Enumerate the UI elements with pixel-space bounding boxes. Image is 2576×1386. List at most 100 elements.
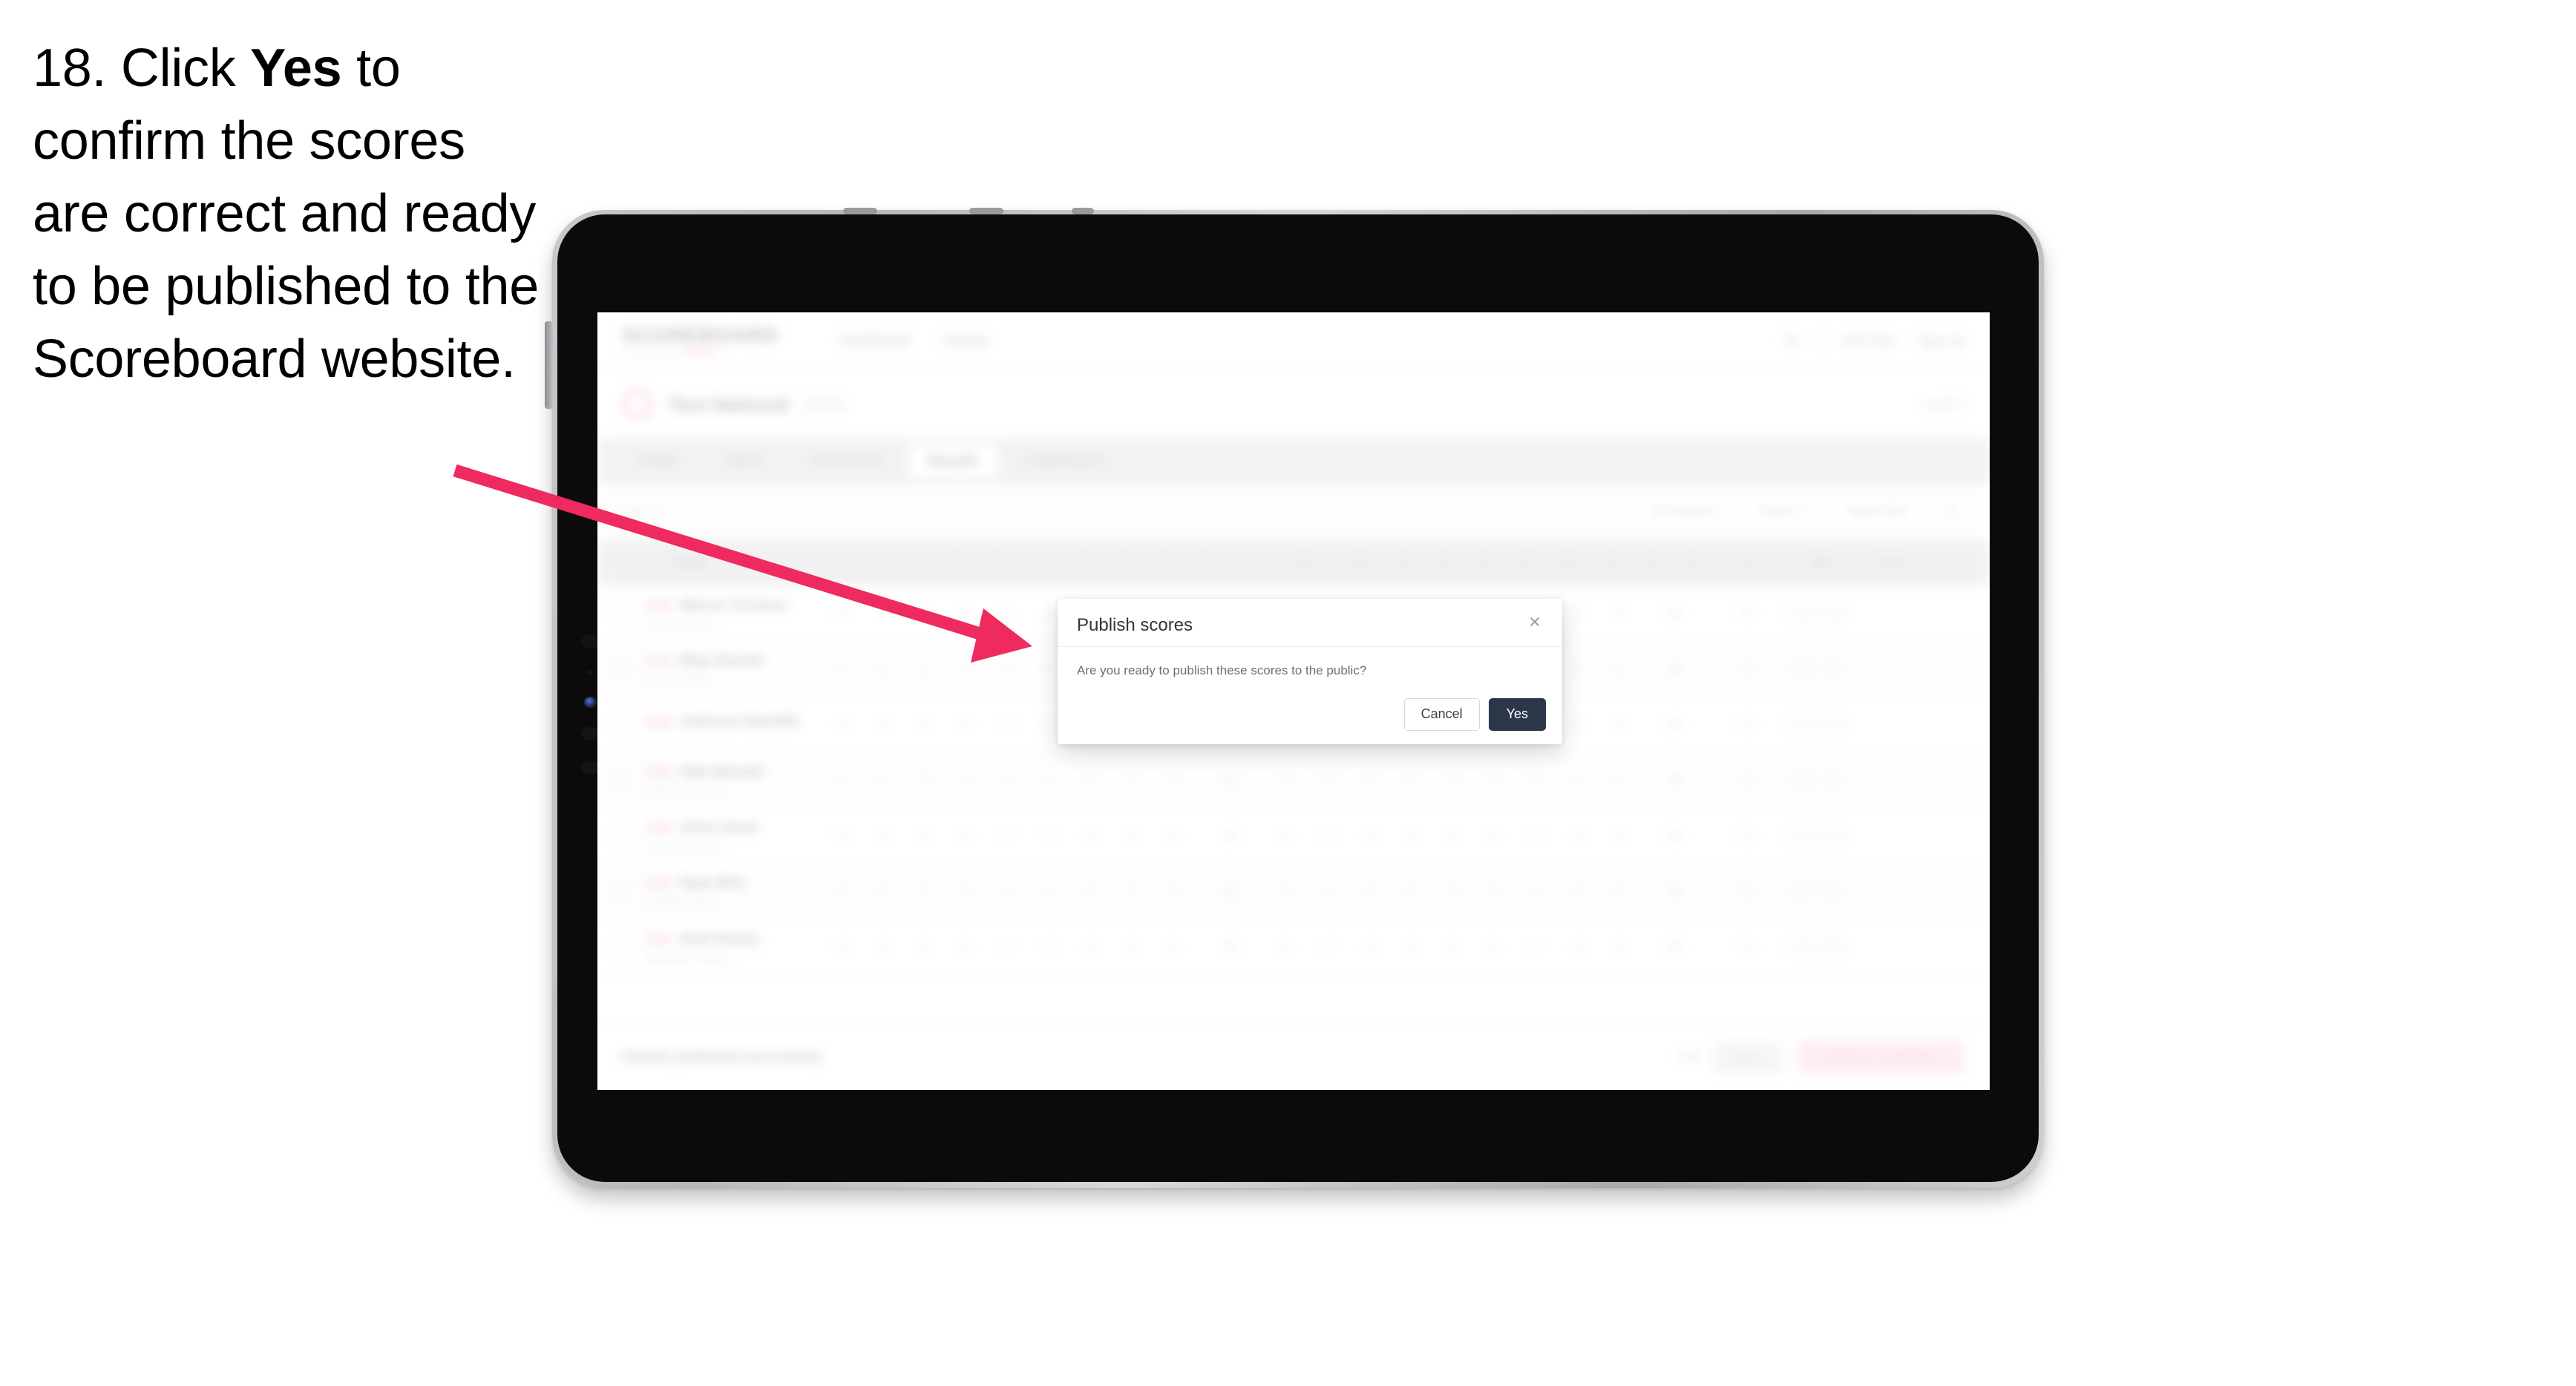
table-row[interactable]: Nash Easley Wrenfield Commons 4 4 4 4 4 4 4 4 4 36 4… xyxy=(597,919,1990,975)
score-cell[interactable]: 4 xyxy=(1432,885,1473,898)
score-cell[interactable]: 4 xyxy=(1473,774,1515,786)
tab-leaderboard[interactable]: Leaderboard xyxy=(1004,445,1123,478)
score-cell[interactable]: 4 xyxy=(820,830,862,842)
score-cell[interactable]: 4 xyxy=(1598,663,1639,675)
score-cell[interactable]: 4 xyxy=(986,885,1028,898)
filter-round[interactable]: Round 1 xyxy=(1744,496,1820,528)
row-checkbox[interactable] xyxy=(597,937,645,956)
score-cell[interactable]: 4 xyxy=(1556,774,1598,786)
score-cell[interactable]: 4 xyxy=(1432,941,1473,953)
score-cell[interactable]: 4 xyxy=(1598,941,1639,953)
score-cell[interactable]: 4 xyxy=(1265,774,1307,786)
table-row[interactable]: Oliver Grant Stonebrook Fields 4 4 4 4 4 4 4 4 4 36… xyxy=(597,808,1990,864)
score-cell[interactable]: 4 xyxy=(1556,941,1598,953)
score-cell[interactable]: 4 xyxy=(1390,774,1432,786)
score-cell[interactable]: 4 xyxy=(986,830,1028,842)
score-cell[interactable]: 4 xyxy=(903,663,945,675)
score-cell[interactable]: 4 xyxy=(1348,941,1390,953)
score-cell[interactable]: 4 xyxy=(945,941,986,953)
device-side-button[interactable] xyxy=(545,321,553,409)
score-cell[interactable]: 4 xyxy=(986,663,1028,675)
score-cell[interactable]: 4 xyxy=(1556,663,1598,675)
score-cell[interactable]: 4 xyxy=(903,941,945,953)
checkbox-icon[interactable] xyxy=(612,770,631,789)
score-cell[interactable]: 4 xyxy=(1556,885,1598,898)
score-cell[interactable]: 4 xyxy=(820,774,862,786)
score-cell[interactable]: 4 xyxy=(1473,941,1515,953)
score-cell[interactable]: 4 xyxy=(862,885,903,898)
filter-apply[interactable]: Apply Filter xyxy=(1832,496,1923,528)
score-cell[interactable]: 4 xyxy=(1069,941,1111,953)
score-cell[interactable]: 4 xyxy=(1069,830,1111,842)
score-cell[interactable]: 4 xyxy=(1598,885,1639,898)
table-row[interactable]: Dale Maxwell Kingsmere Country 4 4 4 4 4 4 4 4 4 36… xyxy=(597,752,1990,808)
checkbox-icon[interactable] xyxy=(612,937,631,956)
score-cell[interactable]: 4 xyxy=(1598,774,1639,786)
score-cell[interactable]: 4 xyxy=(945,663,986,675)
footer-edit-link[interactable]: Edit xyxy=(1679,1051,1700,1064)
score-cell[interactable]: 4 xyxy=(1556,607,1598,620)
score-cell[interactable]: 4 xyxy=(1515,941,1556,953)
score-cell[interactable]: 4 xyxy=(1348,885,1390,898)
close-icon[interactable]: × xyxy=(1524,611,1546,633)
row-checkbox[interactable] xyxy=(597,770,645,789)
score-cell[interactable]: 4 xyxy=(1432,830,1473,842)
row-checkbox[interactable] xyxy=(597,881,645,901)
score-cell[interactable]: 4 xyxy=(1153,774,1194,786)
checkbox-icon[interactable] xyxy=(612,715,631,734)
footer-publish-button[interactable]: Publish to Scoreboard xyxy=(1797,1040,1964,1074)
score-cell[interactable]: 4 xyxy=(1069,774,1111,786)
tab-details[interactable]: Details xyxy=(617,445,698,478)
tab-score-entry[interactable]: Score Entry xyxy=(790,445,902,478)
user-name[interactable]: Test User xyxy=(1843,334,1896,349)
score-cell[interactable]: 4 xyxy=(862,941,903,953)
score-cell[interactable]: 4 xyxy=(903,830,945,842)
score-cell[interactable]: 4 xyxy=(945,718,986,731)
score-cell[interactable]: 4 xyxy=(1111,941,1153,953)
row-checkbox[interactable] xyxy=(597,826,645,845)
score-cell[interactable]: 4 xyxy=(1556,718,1598,731)
score-cell[interactable]: 4 xyxy=(1265,830,1307,842)
score-cell[interactable]: 4 xyxy=(1473,885,1515,898)
score-cell[interactable]: 4 xyxy=(1515,830,1556,842)
score-cell[interactable]: 4 xyxy=(986,774,1028,786)
score-cell[interactable]: 4 xyxy=(820,663,862,675)
score-cell[interactable]: 4 xyxy=(1515,774,1556,786)
score-cell[interactable]: 4 xyxy=(1069,885,1111,898)
score-cell[interactable]: 4 xyxy=(903,607,945,620)
yes-button[interactable]: Yes xyxy=(1488,698,1546,731)
filter-settings-icon[interactable]: ⚙ xyxy=(1934,496,1967,528)
score-cell[interactable]: 4 xyxy=(1153,885,1194,898)
score-cell[interactable]: 4 xyxy=(1390,941,1432,953)
score-cell[interactable]: 4 xyxy=(862,830,903,842)
score-cell[interactable]: 4 xyxy=(1598,718,1639,731)
score-cell[interactable]: 4 xyxy=(1432,774,1473,786)
score-cell[interactable]: 4 xyxy=(1473,830,1515,842)
score-cell[interactable]: 4 xyxy=(945,607,986,620)
score-cell[interactable]: 4 xyxy=(1390,885,1432,898)
score-cell[interactable]: 4 xyxy=(1390,830,1432,842)
app-logo[interactable]: SCOREBOARD POWERED BY EVENTS xyxy=(623,324,779,358)
score-cell[interactable]: 4 xyxy=(1028,941,1069,953)
score-cell[interactable]: 4 xyxy=(862,774,903,786)
score-cell[interactable]: 4 xyxy=(1307,941,1348,953)
score-cell[interactable]: 4 xyxy=(1265,941,1307,953)
checkbox-icon[interactable] xyxy=(612,826,631,845)
nav-item-events[interactable]: Events xyxy=(944,333,987,349)
score-cell[interactable]: 4 xyxy=(986,718,1028,731)
score-cell[interactable]: 4 xyxy=(986,607,1028,620)
score-cell[interactable]: 4 xyxy=(945,830,986,842)
score-cell[interactable]: 4 xyxy=(862,718,903,731)
score-cell[interactable]: 4 xyxy=(1556,830,1598,842)
tab-results[interactable]: Results xyxy=(908,445,998,478)
cancel-button[interactable]: Cancel xyxy=(1403,698,1480,731)
checkbox-icon[interactable] xyxy=(612,659,631,678)
score-cell[interactable]: 4 xyxy=(1265,885,1307,898)
table-row[interactable]: Ryan Britt Northgate Downs 4 4 4 4 4 4 4 4 4 36 4 4 4 4… xyxy=(597,864,1990,919)
score-cell[interactable]: 4 xyxy=(945,774,986,786)
score-cell[interactable]: 4 xyxy=(820,885,862,898)
score-cell[interactable]: 4 xyxy=(1111,774,1153,786)
score-cell[interactable]: 4 xyxy=(1111,885,1153,898)
score-cell[interactable]: 4 xyxy=(1348,774,1390,786)
footer-save-button[interactable]: Save xyxy=(1712,1040,1784,1074)
